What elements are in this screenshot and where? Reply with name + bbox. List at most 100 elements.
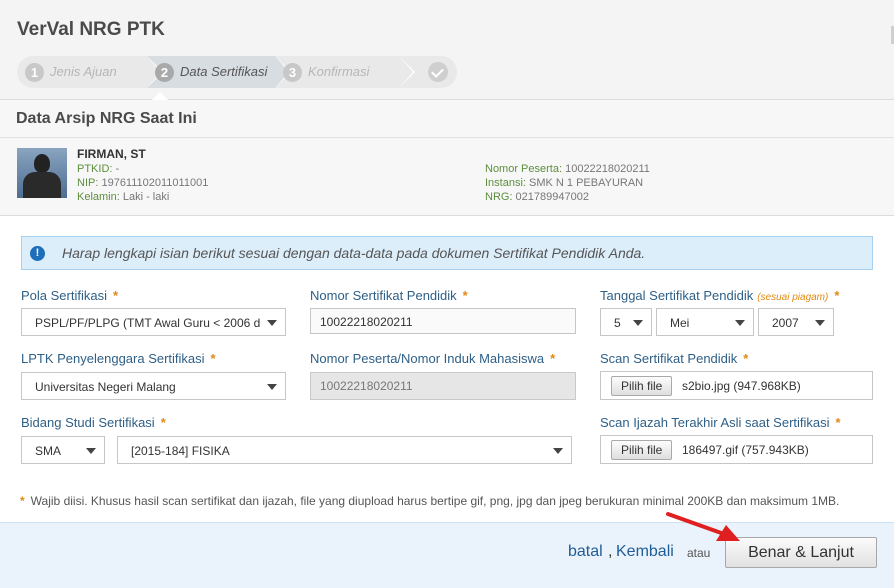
step-label: Data Sertifikasi: [180, 64, 268, 79]
nip-label: NIP:: [77, 177, 99, 189]
nomor-peserta-value: 10022218020211: [562, 163, 650, 175]
page-title: VerVal NRG PTK: [17, 19, 165, 40]
alert-text: Harap lengkapi isian berikut sesuai deng…: [62, 245, 646, 261]
caret-down-icon: [86, 448, 96, 454]
nomor-peserta-label: Nomor Peserta/Nomor Induk Mahasiswa *: [310, 351, 555, 366]
label-text: Nomor Peserta/Nomor Induk Mahasiswa: [310, 351, 545, 366]
kelamin-info: Kelamin: Laki - laki: [77, 191, 169, 203]
required-mark: *: [462, 288, 468, 303]
tanggal-month-select[interactable]: Mei: [656, 308, 754, 336]
required-mark: *: [834, 288, 840, 303]
note-text: Wajib diisi. Khusus hasil scan sertifika…: [30, 494, 840, 508]
bidang-studi-label: Bidang Studi Sertifikasi *: [21, 415, 166, 430]
atau-text: atau: [687, 546, 711, 560]
nomor-peserta-label: Nomor Peserta:: [485, 163, 563, 175]
label-text: Nomor Sertifikat Pendidik: [310, 288, 457, 303]
tanggal-day-select[interactable]: 5: [600, 308, 652, 336]
step-number: 1: [25, 63, 44, 82]
instansi-label: Instansi:: [485, 177, 526, 189]
required-mark: *: [835, 415, 841, 430]
select-value: Mei: [670, 316, 690, 330]
required-mark: *: [20, 494, 25, 508]
required-mark: *: [112, 288, 119, 303]
select-value: [2015-184] FISIKA: [131, 444, 230, 458]
red-arrow-annotation: [666, 512, 740, 541]
page-header: VerVal NRG PTK 1 Jenis Ajuan 2 Data Sert…: [0, 0, 894, 100]
choose-file-button[interactable]: Pilih file: [611, 376, 673, 396]
nrg-value: 021789947002: [512, 191, 589, 203]
label-text: Pola Sertifikasi: [21, 288, 107, 303]
lptk-select[interactable]: Universitas Negeri Malang: [21, 372, 286, 400]
caret-down-icon: [735, 320, 745, 326]
scan-ijazah-upload: Pilih file 186497.gif (757.943KB): [600, 435, 873, 464]
label-text: Bidang Studi Sertifikasi: [21, 415, 155, 430]
caret-down-icon: [267, 384, 277, 390]
scan-sertifikat-label: Scan Sertifikat Pendidik *: [600, 351, 748, 366]
select-value: PSPL/PF/PLPG (TMT Awal Guru < 2006 d: [35, 316, 261, 330]
label-text: Scan Sertifikat Pendidik: [600, 351, 738, 366]
benar-lanjut-button[interactable]: Benar & Lanjut: [725, 537, 877, 568]
ptkid-value: -: [112, 163, 120, 175]
ptkid-label: PTKID:: [77, 163, 113, 175]
step-number: 3: [283, 63, 302, 82]
caret-down-icon: [267, 320, 277, 326]
kelamin-label: Kelamin:: [77, 191, 120, 203]
required-mark: *: [743, 351, 749, 366]
select-value: 5: [614, 316, 621, 330]
tanggal-year-select[interactable]: 2007: [758, 308, 834, 336]
select-value: 2007: [772, 316, 799, 330]
divider: [0, 137, 894, 138]
nomor-sertifikat-label: Nomor Sertifikat Pendidik *: [310, 288, 468, 303]
nip-info: NIP: 197611102011011001: [77, 177, 208, 189]
required-note: * Wajib diisi. Khusus hasil scan sertifik…: [20, 494, 839, 508]
label-text: Tanggal Sertifikat Pendidik: [600, 288, 754, 303]
nomor-peserta-info: Nomor Peserta: 10022218020211: [485, 163, 650, 175]
required-mark: *: [160, 415, 166, 430]
scan-sertifikat-upload: Pilih file s2bio.jpg (947.968KB): [600, 371, 873, 400]
step-jenis-ajuan[interactable]: 1 Jenis Ajuan: [17, 56, 163, 88]
select-value: SMA: [35, 444, 62, 458]
pola-sertifikasi-label: Pola Sertifikasi *: [21, 288, 118, 303]
info-icon: !: [30, 246, 45, 261]
kelamin-value: Laki - laki: [119, 191, 170, 203]
label-text: Scan Ijazah Terakhir Asli saat Sertifika…: [600, 415, 830, 430]
instansi-info: Instansi: SMK N 1 PEBAYURAN: [485, 177, 643, 189]
nip-value: 197611102011011001: [98, 177, 209, 189]
nomor-sertifikat-input[interactable]: 10022218020211: [310, 308, 576, 334]
bidang-studi-select[interactable]: [2015-184] FISIKA: [117, 436, 572, 464]
nrg-info: NRG: 021789947002: [485, 191, 589, 203]
person-name: FIRMAN, ST: [77, 147, 146, 161]
step-label: Jenis Ajuan: [50, 64, 117, 79]
info-alert: ! Harap lengkapi isian berikut sesuai de…: [21, 236, 873, 270]
step-number: 2: [155, 63, 174, 82]
nrg-label: NRG:: [485, 191, 513, 203]
caret-down-icon: [553, 448, 563, 454]
label-hint: (sesuai piagam): [757, 292, 829, 303]
step-data-sertifikasi[interactable]: 2 Data Sertifikasi: [147, 56, 291, 88]
instansi-value: SMK N 1 PEBAYURAN: [525, 177, 644, 189]
scan-ijazah-label: Scan Ijazah Terakhir Asli saat Sertifika…: [600, 415, 841, 430]
caret-down-icon: [815, 320, 825, 326]
file-name: 186497.gif (757.943KB): [682, 443, 809, 457]
archive-title: Data Arsip NRG Saat Ini: [16, 110, 197, 127]
pola-sertifikasi-select[interactable]: PSPL/PF/PLPG (TMT Awal Guru < 2006 d: [21, 308, 286, 336]
archive-panel: Data Arsip NRG Saat Ini FIRMAN, ST PTKID…: [0, 100, 894, 216]
step-konfirmasi[interactable]: 3 Konfirmasi: [275, 56, 415, 88]
lptk-label: LPTK Penyelenggara Sertifikasi *: [21, 351, 216, 366]
caret-down-icon: [633, 320, 643, 326]
required-mark: *: [550, 351, 556, 366]
check-icon: [428, 62, 448, 82]
ptkid-info: PTKID: -: [77, 163, 119, 175]
nomor-peserta-input: 10022218020211: [310, 372, 576, 400]
tanggal-sertifikat-label: Tanggal Sertifikat Pendidik (sesuai piaga…: [600, 288, 839, 303]
batal-link[interactable]: batal: [568, 543, 603, 561]
wizard-steps: 1 Jenis Ajuan 2 Data Sertifikasi 3 Konfi…: [17, 56, 457, 88]
avatar: [17, 148, 67, 198]
label-text: LPTK Penyelenggara Sertifikasi: [21, 351, 205, 366]
bidang-level-select[interactable]: SMA: [21, 436, 105, 464]
required-mark: *: [210, 351, 216, 366]
choose-file-button[interactable]: Pilih file: [611, 440, 673, 460]
step-label: Konfirmasi: [308, 64, 370, 79]
select-value: Universitas Negeri Malang: [35, 380, 176, 394]
file-name: s2bio.jpg (947.968KB): [682, 379, 801, 393]
